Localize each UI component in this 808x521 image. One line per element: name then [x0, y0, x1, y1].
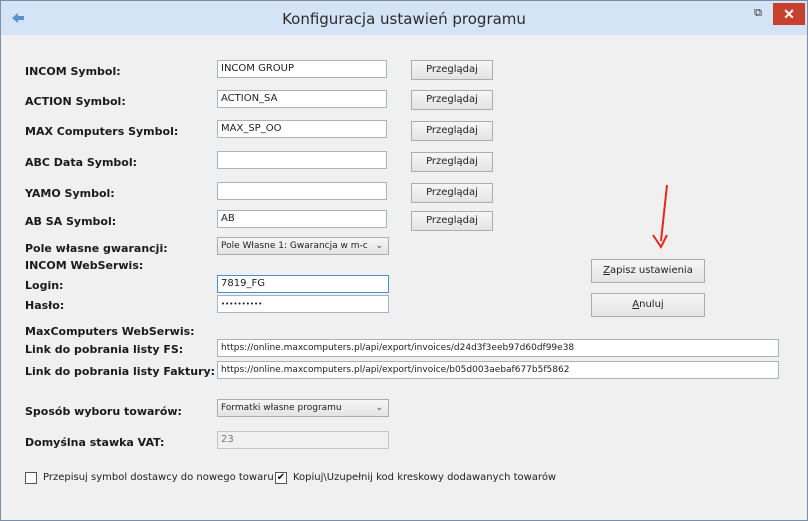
selection-method-select[interactable]: Formatki własne programu ⌄: [217, 399, 389, 417]
incom-webservice-heading: INCOM WebSerwis:: [25, 259, 144, 272]
config-window: Konfiguracja ustawień programu ⧉ ✕ INCOM…: [0, 0, 808, 521]
password-label: Hasło:: [25, 299, 65, 312]
maxcomputers-webservice-heading: MaxComputers WebSerwis:: [25, 325, 195, 338]
title-bar[interactable]: Konfiguracja ustawień programu ⧉ ✕: [1, 1, 807, 35]
save-label: apisz ustawienia: [610, 265, 693, 276]
invoices-link-input[interactable]: https://online.maxcomputers.pl/api/expor…: [217, 361, 779, 379]
yamo-browse-button[interactable]: Przeglądaj: [411, 183, 493, 203]
restore-button[interactable]: ⧉: [745, 7, 771, 25]
copy-supplier-symbol-label: Przepisuj symbol dostawcy do nowego towa…: [43, 472, 274, 483]
max-browse-button[interactable]: Przeglądaj: [411, 121, 493, 141]
vat-label: Domyślna stawka VAT:: [25, 436, 165, 449]
chevron-down-icon: ⌄: [375, 403, 383, 413]
action-symbol-label: ACTION Symbol:: [25, 95, 126, 108]
chevron-down-icon: ⌄: [375, 241, 383, 251]
ab-symbol-input[interactable]: AB: [217, 210, 387, 228]
window-title: Konfiguracja ustawień programu: [282, 10, 526, 28]
copy-supplier-symbol-checkbox[interactable]: [25, 472, 37, 484]
cancel-label: nuluj: [639, 299, 664, 310]
action-browse-button[interactable]: Przeglądaj: [411, 90, 493, 110]
action-symbol-input[interactable]: ACTION_SA: [217, 90, 387, 108]
abc-symbol-label: ABC Data Symbol:: [25, 156, 138, 169]
cancel-button[interactable]: Anuluj: [591, 293, 705, 317]
copy-barcode-label: Kopiuj\Uzupełnij kod kreskowy dodawanych…: [293, 472, 557, 483]
incom-symbol-input[interactable]: INCOM GROUP: [217, 60, 387, 78]
yamo-symbol-input[interactable]: [217, 182, 387, 200]
save-accel: Z: [603, 265, 610, 276]
max-symbol-input[interactable]: MAX_SP_OO: [217, 120, 387, 138]
fs-link-label: Link do pobrania listy FS:: [25, 343, 184, 356]
copy-barcode-checkbox[interactable]: ✔: [275, 472, 287, 484]
selection-method-value: Formatki własne programu: [221, 403, 342, 413]
login-label: Login:: [25, 279, 64, 292]
close-button[interactable]: ✕: [773, 3, 805, 25]
password-input[interactable]: ••••••••••: [217, 295, 389, 313]
selection-method-label: Sposób wyboru towarów:: [25, 405, 182, 418]
yamo-symbol-label: YAMO Symbol:: [25, 187, 115, 200]
annotation-arrow: [652, 184, 668, 249]
ab-browse-button[interactable]: Przeglądaj: [411, 211, 493, 231]
abc-browse-button[interactable]: Przeglądaj: [411, 152, 493, 172]
warranty-select-value: Pole Własne 1: Gwarancja w m-c: [221, 241, 368, 251]
invoices-link-label: Link do pobrania listy Faktury:: [25, 365, 216, 378]
login-input[interactable]: 7819_FG: [217, 275, 389, 293]
abc-symbol-input[interactable]: [217, 151, 387, 169]
vat-input[interactable]: 23: [217, 431, 389, 449]
incom-browse-button[interactable]: Przeglądaj: [411, 60, 493, 80]
save-settings-button[interactable]: Zapisz ustawienia: [591, 259, 705, 283]
warranty-select[interactable]: Pole Własne 1: Gwarancja w m-c ⌄: [217, 237, 389, 255]
fs-link-input[interactable]: https://online.maxcomputers.pl/api/expor…: [217, 339, 779, 357]
max-symbol-label: MAX Computers Symbol:: [25, 125, 179, 138]
ab-symbol-label: AB SA Symbol:: [25, 215, 117, 228]
warranty-label: Pole własne gwarancji:: [25, 242, 168, 255]
incom-symbol-label: INCOM Symbol:: [25, 65, 121, 78]
